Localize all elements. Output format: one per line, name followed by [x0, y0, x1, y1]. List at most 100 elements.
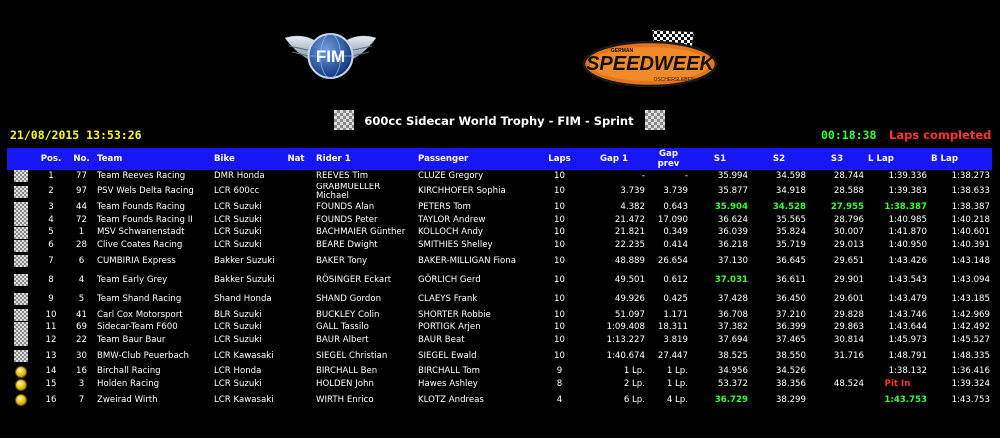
cell-bike: LCR Suzuki	[214, 239, 262, 250]
cell-gap1: 49.501	[614, 274, 645, 285]
cell-rider: GALL Tassilo	[316, 322, 369, 333]
cell-nat	[278, 378, 314, 391]
table-row[interactable]: 2 97 PSV Wels Delta Racing LCR 600cc GRABMUE…	[7, 183, 992, 202]
table-row[interactable]: 4 72 Team Founds Racing II LCR Suzuki FOUNDS…	[7, 214, 992, 227]
column-header-gap1[interactable]: Gap 1	[581, 148, 647, 170]
cell-s1: 36.039	[717, 227, 748, 238]
cell-passenger: TAYLOR Andrew	[418, 214, 486, 225]
table-row[interactable]: 7 6 CUMBIRIA Express Bakker Suzuki BAKER Ton…	[7, 252, 992, 271]
column-header-passenger[interactable]: Passenger	[416, 148, 538, 170]
table-header-row: Pos. No. Team Bike Nat Rider 1 Passenger…	[7, 148, 992, 170]
retired-coin-icon	[14, 378, 27, 391]
cell-no: 7	[78, 394, 85, 405]
column-header-best-lap[interactable]: B Lap	[929, 148, 992, 170]
cell-rider: BIRCHALL Ben	[316, 366, 378, 377]
cell-last-lap: 1:48.791	[888, 350, 927, 361]
cell-s2: 38.299	[775, 394, 806, 405]
cell-gap-prev: 27.447	[657, 350, 688, 361]
cell-no: 77	[76, 170, 87, 181]
table-row[interactable]: 5 1 MSV Schwanenstadt LCR Suzuki BACHMAIER G…	[7, 227, 992, 240]
column-header-no[interactable]: No.	[68, 148, 95, 170]
column-header-rider[interactable]: Rider 1	[314, 148, 416, 170]
cell-no: 97	[76, 186, 87, 197]
cell-last-lap: Pit In	[884, 378, 911, 389]
checkered-flag-icon	[13, 201, 28, 214]
cell-s1: 37.428	[717, 293, 748, 304]
cell-s1: 35.877	[717, 186, 748, 197]
cell-laps: 10	[554, 334, 565, 345]
cell-status-icon	[7, 201, 34, 215]
cell-best-lap: 1:43.185	[951, 293, 990, 304]
checkered-flag-icon	[13, 255, 28, 268]
column-header-gap-prev[interactable]: Gap prev	[647, 148, 690, 170]
table-row[interactable]: 1 77 Team Reeves Racing DMR Honda REEVES Tim…	[7, 170, 992, 183]
cell-gap1: 51.097	[614, 309, 645, 320]
cell-s2: 36.399	[775, 322, 806, 333]
cell-team: Birchall Racing	[97, 366, 161, 377]
cell-s2: 37.465	[775, 334, 806, 345]
race-status: Laps completed	[889, 128, 992, 142]
cell-pos: 7	[48, 255, 54, 266]
table-row[interactable]: 9 5 Team Shand Racing Shand Honda SHAND Gord…	[7, 290, 992, 309]
column-header-pos[interactable]: Pos.	[34, 148, 68, 170]
cell-pos: 11	[45, 322, 57, 333]
cell-best-lap: 1:45.527	[951, 334, 990, 345]
table-row[interactable]: 14 16 Birchall Racing LCR Honda BIRCHALL Ben…	[7, 366, 992, 379]
cell-no: 3	[78, 378, 85, 389]
table-row[interactable]: 12 22 Team Baur Baur LCR Suzuki BAUR Albert B…	[7, 334, 992, 347]
cell-gap1: 21.821	[614, 227, 645, 238]
cell-rider: BAKER Tony	[316, 255, 368, 266]
cell-team: Team Shand Racing	[97, 293, 182, 304]
column-header-nat[interactable]: Nat	[278, 148, 314, 170]
cell-no: 69	[76, 322, 87, 333]
cell-last-lap: 1:43.426	[888, 255, 927, 266]
cell-status-icon	[7, 309, 34, 322]
table-row[interactable]: 8 4 Team Early Grey Bakker Suzuki RÖSINGER E…	[7, 271, 992, 290]
column-header-last-lap[interactable]: L Lap	[866, 148, 929, 170]
column-header-s3[interactable]: S3	[808, 148, 866, 170]
cell-passenger: GÖRLICH Gerd	[418, 274, 481, 285]
results-body: 1 77 Team Reeves Racing DMR Honda REEVES Tim…	[7, 170, 992, 410]
table-row[interactable]: 13 30 BMW-Club Peuerbach LCR Kawasaki SIEGEL…	[7, 347, 992, 366]
cell-pos: 12	[45, 334, 57, 345]
cell-bike: LCR Suzuki	[214, 227, 262, 238]
cell-status-icon	[7, 290, 34, 309]
cell-passenger: BAUR Beat	[418, 334, 465, 345]
checkered-flag-icon	[13, 321, 28, 334]
cell-s3	[808, 366, 866, 379]
cell-gap-prev: 17.090	[657, 214, 688, 225]
checkered-flag-icon	[13, 334, 28, 347]
cell-nat	[278, 227, 314, 240]
column-header-status	[7, 148, 34, 170]
checkered-flag-icon	[645, 110, 665, 130]
cell-best-lap: 1:43.094	[951, 274, 990, 285]
cell-no: 28	[76, 239, 87, 250]
cell-s2: 38.356	[775, 378, 806, 389]
cell-gap1: 6 Lp.	[623, 394, 645, 405]
cell-s2: 36.450	[775, 293, 806, 304]
table-row[interactable]: 6 28 Clive Coates Racing LCR Suzuki BEARE Dw…	[7, 239, 992, 252]
column-header-s2[interactable]: S2	[750, 148, 808, 170]
cell-s2: 34.918	[775, 186, 806, 197]
table-row[interactable]: 15 3 Holden Racing LCR Suzuki HOLDEN John Haw…	[7, 378, 992, 391]
cell-pos: 6	[48, 239, 54, 250]
cell-status-icon	[7, 334, 34, 347]
cell-rider: BAUR Albert	[316, 334, 369, 345]
column-header-team[interactable]: Team	[95, 148, 212, 170]
cell-laps: 10	[554, 227, 565, 238]
table-row[interactable]: 11 69 Sidecar-Team F600 LCR Suzuki GALL Tass…	[7, 321, 992, 335]
column-header-s1[interactable]: S1	[690, 148, 750, 170]
cell-best-lap: 1:42.492	[951, 322, 990, 333]
cell-s1: 35.904	[714, 202, 748, 213]
table-row[interactable]: 3 44 Team Founds Racing LCR Suzuki FOUNDS Al…	[7, 201, 992, 215]
cell-gap-prev: -	[684, 170, 688, 181]
cell-passenger: KLOTZ Andreas	[418, 394, 484, 405]
cell-pos: 13	[45, 350, 57, 361]
table-row[interactable]: 16 7 Zweirad Wirth LCR Kawasaki WIRTH Enrico…	[7, 391, 992, 410]
cell-gap1: 2 Lp.	[623, 378, 645, 389]
cell-best-lap: 1:38.633	[951, 186, 990, 197]
column-header-laps[interactable]: Laps	[538, 148, 581, 170]
cell-laps: 10	[554, 186, 565, 197]
column-header-bike[interactable]: Bike	[212, 148, 278, 170]
table-row[interactable]: 10 41 Carl Cox Motorsport BLR Suzuki BUCKLEY…	[7, 309, 992, 322]
